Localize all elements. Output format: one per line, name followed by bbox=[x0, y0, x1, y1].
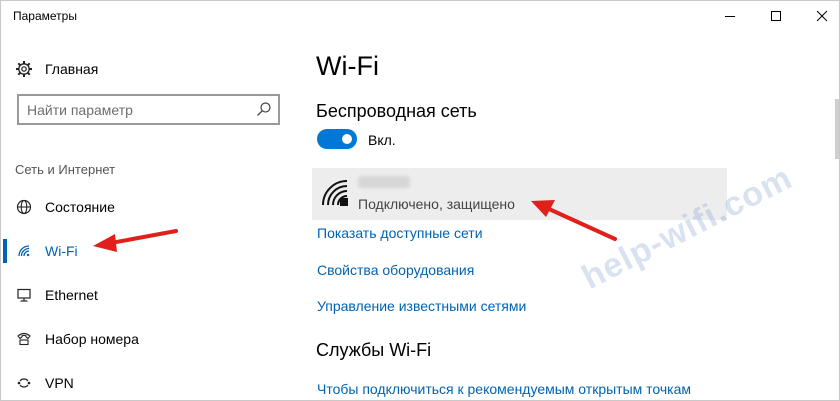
home-label: Главная bbox=[45, 61, 99, 77]
connected-network-card[interactable]: Подключено, защищено bbox=[312, 168, 727, 220]
sidebar-item-vpn[interactable]: VPN bbox=[1, 365, 298, 400]
manage-known-networks-link[interactable]: Управление известными сетями bbox=[317, 298, 526, 314]
sidebar-item-ethernet[interactable]: Ethernet bbox=[1, 277, 298, 313]
search-icon[interactable] bbox=[256, 101, 272, 122]
wifi-toggle[interactable] bbox=[317, 129, 357, 149]
minimize-button[interactable] bbox=[707, 1, 753, 31]
scrollbar-thumb[interactable] bbox=[835, 99, 839, 159]
sidebar: Главная Сеть и Интернет Состояние Wi-Fi bbox=[1, 31, 298, 400]
main-content: Wi-Fi Беспроводная сеть Вкл. Подключено,… bbox=[298, 31, 839, 400]
ethernet-monitor-icon bbox=[15, 286, 33, 304]
sidebar-item-label: Wi-Fi bbox=[45, 243, 78, 259]
close-icon bbox=[816, 10, 828, 22]
window-title: Параметры bbox=[13, 9, 77, 23]
sidebar-item-dialup[interactable]: Набор номера bbox=[1, 321, 298, 357]
globe-icon bbox=[15, 198, 33, 216]
sidebar-item-label: Ethernet bbox=[45, 287, 98, 303]
gear-icon bbox=[16, 61, 32, 77]
wifi-services-heading: Службы Wi-Fi bbox=[316, 340, 432, 360]
vpn-icon bbox=[15, 374, 33, 392]
minimize-icon bbox=[725, 16, 735, 17]
wifi-signal-icon bbox=[320, 178, 350, 213]
sidebar-item-status[interactable]: Состояние bbox=[1, 189, 298, 225]
sidebar-item-label: Набор номера bbox=[45, 331, 139, 347]
home-nav-item[interactable]: Главная bbox=[15, 59, 98, 79]
recommended-hotspots-link[interactable]: Чтобы подключиться к рекомендуемым откры… bbox=[317, 381, 691, 397]
wifi-icon bbox=[15, 242, 33, 260]
toggle-knob bbox=[342, 134, 352, 144]
sidebar-item-wifi[interactable]: Wi-Fi bbox=[1, 233, 298, 269]
toggle-label: Вкл. bbox=[368, 132, 396, 148]
close-button[interactable] bbox=[799, 1, 839, 31]
network-status: Подключено, защищено bbox=[358, 196, 515, 212]
maximize-button[interactable] bbox=[753, 1, 799, 31]
dialup-phone-icon bbox=[15, 330, 33, 348]
settings-window: Параметры Главная Найти параметр Сеть и … bbox=[0, 0, 840, 401]
hardware-properties-link[interactable]: Свойства оборудования bbox=[317, 262, 474, 278]
title-bar: Параметры bbox=[1, 1, 839, 31]
sidebar-item-label: Состояние bbox=[45, 199, 115, 215]
maximize-icon bbox=[771, 11, 781, 21]
wireless-heading: Беспроводная сеть bbox=[316, 101, 477, 121]
network-name-blurred bbox=[358, 176, 410, 188]
show-available-networks-link[interactable]: Показать доступные сети bbox=[317, 225, 483, 241]
page-title: Wi-Fi bbox=[316, 51, 379, 81]
section-label-network: Сеть и Интернет bbox=[15, 162, 116, 177]
search-input[interactable] bbox=[27, 101, 247, 119]
active-indicator bbox=[3, 239, 7, 263]
sidebar-item-label: VPN bbox=[45, 375, 74, 391]
search-box[interactable] bbox=[17, 94, 280, 125]
